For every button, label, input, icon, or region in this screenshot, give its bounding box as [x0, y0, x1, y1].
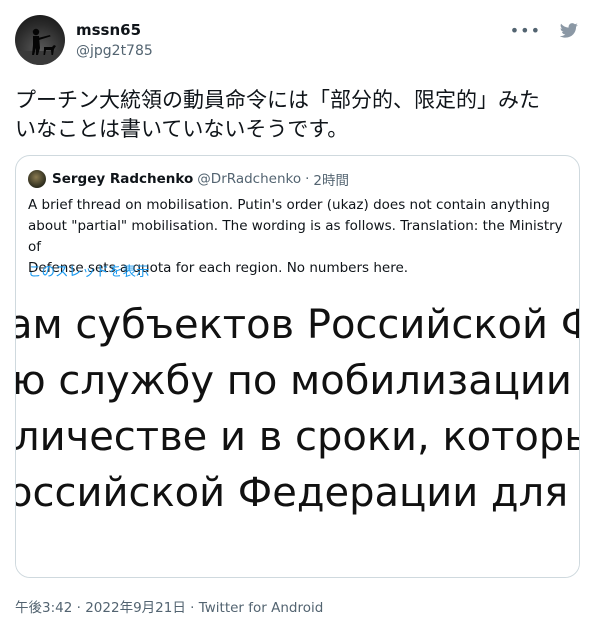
- tweet-text-line: いなことは書いていないそうです。: [15, 117, 349, 141]
- image-text-line: оссийской Федерации для каж: [16, 470, 579, 516]
- tweet-time[interactable]: 午後3:42: [15, 600, 72, 616]
- tweet-source[interactable]: Twitter for Android: [199, 600, 324, 616]
- quoted-tweet[interactable]: Sergey Radchenko @DrRadchenko · 2時間 A br…: [15, 155, 580, 578]
- quoted-text-line: A brief thread on mobilisation. Putin's …: [28, 197, 550, 213]
- quoted-text-line: about "partial" mobilisation. The wordin…: [28, 218, 563, 255]
- tweet-footer: 午後3:42 · 2022年9月21日 · Twitter for Androi…: [15, 596, 323, 616]
- author-handle[interactable]: @jpg2t785: [76, 43, 153, 59]
- quoted-author-name: Sergey Radchenko: [52, 171, 194, 187]
- quoted-tweet-header: Sergey Radchenko @DrRadchenko · 2時間: [28, 169, 349, 189]
- tweet-date[interactable]: 2022年9月21日: [85, 600, 186, 616]
- more-icon[interactable]: •••: [510, 21, 541, 40]
- show-thread-link[interactable]: このスレッドを表示: [28, 260, 150, 280]
- twitter-bird-icon[interactable]: [559, 23, 579, 43]
- avatar[interactable]: [15, 15, 65, 65]
- quoted-author-avatar: [28, 170, 46, 188]
- separator: ·: [305, 171, 310, 187]
- author-name[interactable]: mssn65: [76, 21, 141, 39]
- tweet-text-line: プーチン大統領の動員命令には「部分的、限定的」みた: [15, 88, 540, 112]
- tweet-text: プーチン大統領の動員命令には「部分的、限定的」みた いなことは書いていないそうで…: [15, 86, 580, 144]
- quoted-tweet-image[interactable]: ам субъектов Российской Фед ю службу по …: [16, 288, 579, 577]
- tweet-header: mssn65 @jpg2t785 •••: [15, 15, 579, 71]
- quoted-author-handle: @DrRadchenko: [197, 171, 302, 187]
- image-text-line: ю службу по мобилизации в В: [16, 358, 579, 404]
- image-text-line: ам субъектов Российской Фед: [16, 302, 579, 348]
- quoted-tweet-time: 2時間: [313, 173, 349, 189]
- image-text-line: личестве и в сроки, которые: [16, 414, 579, 460]
